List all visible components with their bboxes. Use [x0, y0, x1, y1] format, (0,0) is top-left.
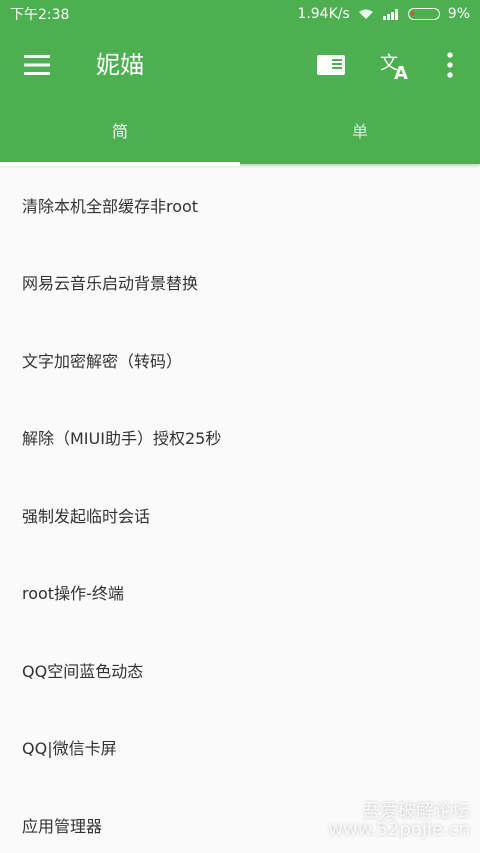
- list-item[interactable]: 解除（MIUI助手）授权25秒: [0, 399, 480, 477]
- more-vert-icon[interactable]: [440, 50, 460, 80]
- list-item[interactable]: 文字加密解密（转码）: [0, 321, 480, 399]
- list-item[interactable]: 网易云音乐启动背景替换: [0, 244, 480, 322]
- reader-icon[interactable]: [315, 51, 347, 79]
- status-time: 下午2:38: [10, 7, 70, 23]
- status-indicators: 1.94K/s 9%: [297, 6, 470, 22]
- list-item[interactable]: 清除本机全部缓存非root: [0, 166, 480, 244]
- wifi-icon: [358, 9, 373, 19]
- tool-list: 清除本机全部缓存非root 网易云音乐启动背景替换 文字加密解密（转码） 解除（…: [0, 166, 480, 853]
- status-bar: 下午2:38 1.94K/s 9%: [0, 0, 480, 28]
- tab-simple[interactable]: 简: [0, 102, 240, 166]
- list-item[interactable]: QQ空间蓝色动态: [0, 631, 480, 709]
- translate-icon[interactable]: 文 A: [378, 47, 412, 81]
- menu-icon[interactable]: [22, 52, 52, 78]
- app-bar: 妮媌 文 A: [0, 28, 480, 102]
- watermark: 吾爱破解论坛 www.52pojie.cn: [328, 803, 470, 839]
- list-item[interactable]: 强制发起临时会话: [0, 476, 480, 554]
- watermark-line2: www.52pojie.cn: [328, 819, 470, 840]
- tab-single[interactable]: 单: [240, 102, 480, 164]
- svg-text:A: A: [394, 63, 408, 81]
- battery-icon: [407, 8, 440, 20]
- app-title: 妮媌: [96, 51, 144, 79]
- list-item[interactable]: root操作-终端: [0, 554, 480, 632]
- list-item[interactable]: QQ|微信卡屏: [0, 709, 480, 787]
- network-speed: 1.94K/s: [297, 6, 350, 22]
- battery-percent: 9%: [447, 6, 470, 22]
- tab-bar: 简 单: [0, 102, 480, 166]
- signal-icon: [382, 9, 398, 20]
